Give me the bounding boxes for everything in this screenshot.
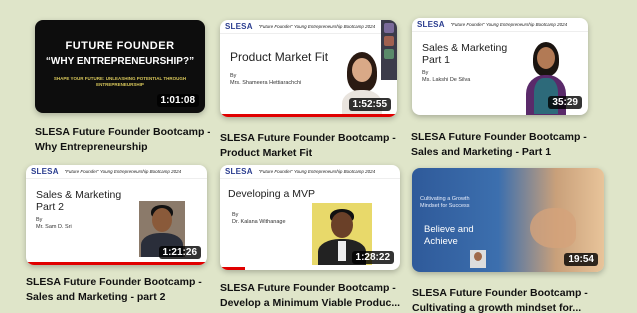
video-thumbnail[interactable]: SLESA “Future Founder” Young Entrepreneu… — [220, 20, 397, 117]
slide-small-text: Cultivating a Growth Mindset for Success — [420, 196, 470, 209]
video-thumbnail[interactable]: SLESA “Future Founder” Young Entrepreneu… — [26, 165, 207, 265]
slide-title: Sales & Marketing Part 1 — [422, 42, 508, 66]
slide-by: By Mrs. Shameera Hettiarachchi — [230, 73, 302, 86]
slide-header: SLESA “Future Founder” Young Entrepreneu… — [412, 18, 588, 32]
slide-by: By Ms. Lakshi De Silva — [422, 70, 471, 83]
video-duration: 19:54 — [564, 253, 598, 266]
video-duration: 35:29 — [548, 96, 582, 109]
slide-tagline: “Future Founder” Young Entrepreneurship … — [64, 169, 182, 174]
slide-title: Product Market Fit — [230, 50, 329, 64]
slide-by: By Dr. Kalana Withanage — [232, 212, 286, 225]
video-title[interactable]: SLESA Future Founder Bootcamp - Sales an… — [26, 275, 211, 305]
video-duration: 1:28:22 — [351, 251, 394, 264]
slide-tagline: “Future Founder” Young Entrepreneurship … — [258, 24, 376, 29]
video-thumbnail[interactable]: SLESA “Future Founder” Young Entrepreneu… — [412, 18, 588, 115]
slesa-logo: SLESA — [417, 20, 445, 29]
slide-header: SLESA “Future Founder” Young Entrepreneu… — [220, 165, 400, 179]
video-duration: 1:01:08 — [156, 94, 199, 107]
video-participant-strip — [381, 20, 397, 80]
video-title[interactable]: SLESA Future Founder Bootcamp - Product … — [220, 131, 400, 161]
watch-progress — [220, 267, 246, 270]
slide-header: SLESA “Future Founder” Young Entrepreneu… — [220, 20, 397, 34]
slide-header: SLESA “Future Founder” Young Entrepreneu… — [26, 165, 207, 179]
video-title[interactable]: SLESA Future Founder Bootcamp - Why Entr… — [35, 125, 210, 155]
video-duration: 1:21:26 — [158, 246, 201, 259]
video-title[interactable]: SLESA Future Founder Bootcamp - Develop … — [220, 281, 405, 311]
video-thumbnail[interactable]: FUTURE FOUNDER “WHY ENTREPRENEURSHIP?” S… — [35, 20, 205, 113]
thumb-subheading: “WHY ENTREPRENEURSHIP?” — [45, 56, 195, 67]
slide-title: Sales & Marketing Part 2 — [36, 189, 122, 213]
slesa-logo: SLESA — [225, 167, 253, 176]
thumb-heading: FUTURE FOUNDER — [65, 40, 175, 52]
slide-tagline: “Future Founder” Young Entrepreneurship … — [450, 22, 568, 27]
slide-title: Developing a MVP — [228, 188, 315, 200]
video-title[interactable]: SLESA Future Founder Bootcamp - Sales an… — [411, 130, 601, 160]
slide-tagline: “Future Founder” Young Entrepreneurship … — [258, 169, 376, 174]
slide-by: By Mr. Sam D. Sri — [36, 217, 72, 230]
video-thumbnail[interactable]: Cultivating a Growth Mindset for Success… — [412, 168, 604, 272]
slesa-logo: SLESA — [225, 22, 253, 31]
video-title[interactable]: SLESA Future Founder Bootcamp - Cultivat… — [412, 286, 612, 313]
speaker-photo — [470, 250, 486, 268]
video-thumbnail[interactable]: SLESA “Future Founder” Young Entrepreneu… — [220, 165, 400, 270]
slide-heading: Believe and Achieve — [424, 224, 474, 247]
thumb-tagline: SHAPE YOUR FUTURE: UNLEASHING POTENTIAL … — [53, 76, 187, 87]
watch-progress — [26, 262, 207, 265]
slesa-logo: SLESA — [31, 167, 59, 176]
video-duration: 1:52:55 — [348, 98, 391, 111]
hand-image — [530, 208, 576, 248]
watch-progress — [220, 114, 397, 117]
